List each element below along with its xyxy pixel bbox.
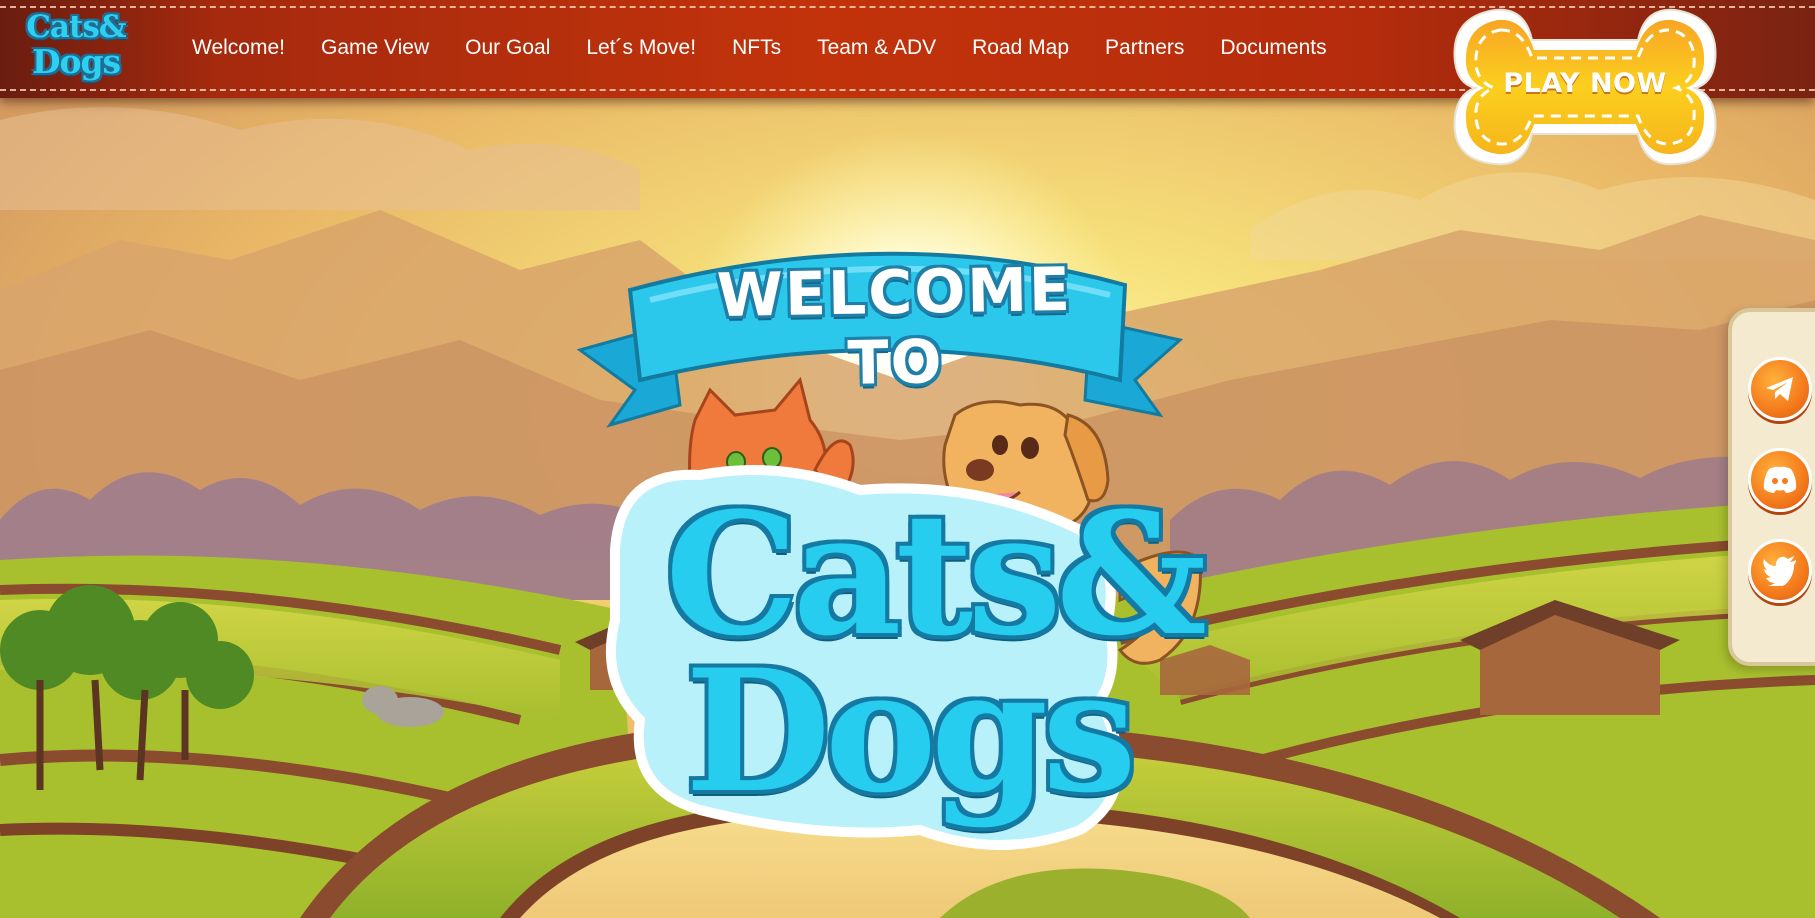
nav-nfts[interactable]: NFTs [714, 36, 799, 60]
nav-partners[interactable]: Partners [1087, 36, 1202, 60]
telegram-icon [1766, 377, 1793, 401]
brand-word-dogs: Dogs [685, 632, 1137, 830]
nav-welcome[interactable]: Welcome! [174, 36, 303, 60]
nav-lets-move[interactable]: Let´s Move! [568, 36, 714, 60]
nav-game-view[interactable]: Game View [303, 36, 447, 60]
hero-logo: WELCOME TO Cats& Dogs [560, 230, 1240, 850]
telegram-link[interactable] [1748, 357, 1812, 421]
twitter-link[interactable] [1748, 539, 1812, 603]
main-nav: Welcome! Game View Our Goal Let´s Move! … [174, 36, 1345, 60]
play-now-label: PLAY NOW [1503, 68, 1667, 99]
nav-our-goal[interactable]: Our Goal [447, 36, 568, 60]
logo-text-cats: Cats& [26, 9, 127, 45]
discord-link[interactable] [1748, 448, 1812, 512]
discord-icon [1763, 466, 1797, 493]
nav-team-adv[interactable]: Team & ADV [799, 36, 954, 60]
logo-text-dogs: Dogs [31, 42, 121, 81]
welcome-ribbon-text: WELCOME TO [716, 254, 1073, 399]
site-logo[interactable]: Cats& Dogs [20, 9, 132, 85]
nav-road-map[interactable]: Road Map [954, 36, 1087, 60]
nav-documents[interactable]: Documents [1202, 36, 1344, 60]
play-now-button[interactable]: PLAY NOW [1440, 2, 1730, 174]
social-side-panel [1728, 308, 1815, 666]
twitter-icon [1763, 556, 1796, 586]
